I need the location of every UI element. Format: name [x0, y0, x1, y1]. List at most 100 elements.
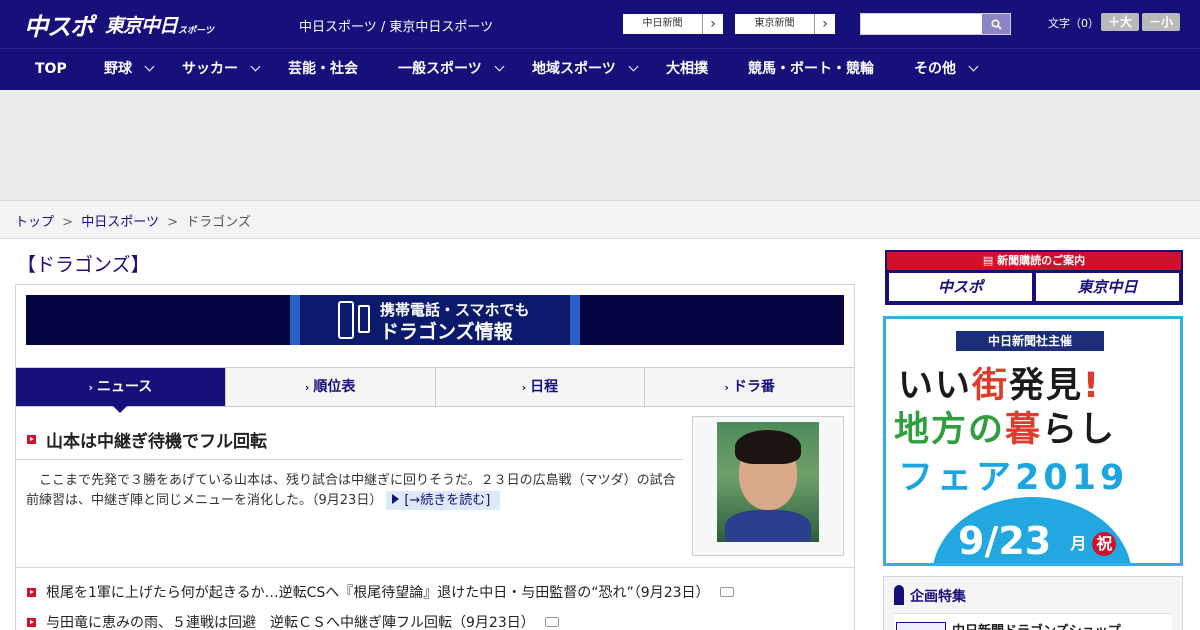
font-larger-button[interactable]: ＋大 — [1101, 13, 1139, 31]
tab-label: 日程 — [530, 379, 559, 395]
nav-item-label: TOP — [35, 61, 67, 77]
smartphone-icon — [338, 301, 354, 339]
site-logo[interactable]: 中スポ 東京中日 スポーツ — [24, 7, 214, 42]
ad-placeholder — [0, 90, 1200, 201]
fair-title-part: らし — [1042, 410, 1117, 450]
article-photo-frame[interactable] — [692, 416, 844, 556]
font-size-label: 文字（0） — [1048, 17, 1099, 30]
read-more-link[interactable]: [→続きを読む] — [386, 491, 501, 510]
subscription-heading: ▤ 新聞購読のご案内 — [887, 252, 1181, 270]
divider — [16, 459, 683, 460]
divider — [16, 567, 854, 568]
subscription-heading-label: 新聞購読のご案内 — [997, 254, 1086, 267]
feature-title: 企画特集 — [894, 585, 966, 606]
nav-item-label: 一般スポーツ — [398, 61, 482, 77]
top-article-lead: ここまで先発で３勝をあげている山本は、残り試合は中継ぎに回りそうだ。２３日の広島… — [26, 471, 686, 511]
nav-item-label: サッカー — [182, 61, 238, 77]
fair-title-part: 発見 — [1009, 366, 1084, 406]
photo-shirt — [725, 510, 811, 542]
chevron-right-icon: › — [304, 381, 310, 394]
chevron-right-icon: › — [710, 16, 716, 32]
page-title: 【ドラゴンズ】 — [17, 254, 150, 276]
section-tabs: › ニュース › 順位表 › 日程 › ドラ番 — [16, 367, 854, 413]
breadcrumb-separator: > — [62, 215, 74, 230]
chevron-down-icon — [144, 61, 155, 72]
breadcrumb-chunichi-sports[interactable]: 中日スポーツ — [81, 215, 159, 230]
fair-date: 9/23 月祝 — [958, 519, 1117, 563]
nav-item-label: 大相撲 — [666, 61, 708, 77]
breadcrumb-current: ドラゴンズ — [186, 215, 251, 230]
fair-title-part: 暮 — [1005, 410, 1043, 450]
nav-item-label: その他 — [914, 61, 956, 77]
nav-item-racing[interactable]: 競馬・ボート・競輪 — [748, 49, 874, 90]
camera-icon — [544, 617, 559, 627]
fair-title-part: いい — [898, 366, 973, 406]
nav-item-label: 芸能・社会 — [288, 61, 358, 77]
nav-item-other[interactable]: その他 — [914, 49, 979, 90]
subscribe-tokyo-chunichi-button[interactable]: 東京中日 — [1036, 273, 1179, 301]
main-nav: TOP 野球 サッカー 芸能・社会 一般スポーツ 地域スポーツ 大相撲 競馬・ボ… — [0, 48, 1200, 90]
chunichi-shimbun-link[interactable]: 中日新聞 › — [622, 13, 724, 35]
tab-standings[interactable]: › 順位表 — [225, 368, 436, 406]
breadcrumb-separator: > — [167, 215, 178, 230]
chevron-down-icon — [250, 61, 261, 72]
play-arrow-icon — [392, 494, 400, 504]
nav-item-baseball[interactable]: 野球 — [104, 49, 155, 90]
camera-icon — [719, 587, 734, 597]
news-list-item[interactable]: 与田竜に恵みの雨、５連戦は回避 逆転ＣＳへ中継ぎ陣フル回転（9月23日） — [46, 612, 559, 630]
tokyo-chunichi-logo[interactable]: 東京中日 — [105, 11, 178, 38]
tab-dora-ban[interactable]: › ドラ番 — [645, 368, 854, 406]
fair-ad[interactable]: 中日新聞社主催 いい街発見! 地方の暮らし フェア2019 9/23 月祝 — [883, 316, 1183, 566]
search-button[interactable] — [982, 14, 1010, 34]
chevron-right-icon: › — [88, 381, 93, 394]
feature-title-label: 企画特集 — [910, 589, 966, 605]
breadcrumb: トップ > 中日スポーツ > ドラゴンズ — [0, 201, 1200, 239]
font-smaller-button[interactable]: －小 — [1142, 13, 1180, 31]
chunichi-shimbun-label: 中日新聞 — [623, 14, 703, 34]
chevron-right-icon: › — [822, 16, 828, 32]
banner-line2: ドラゴンズ情報 — [380, 321, 513, 343]
fair-sponsor: 中日新聞社主催 — [956, 331, 1104, 351]
feature-item[interactable]: 中日新聞ドラゴンズショップ — [894, 613, 1172, 630]
nav-item-general-sports[interactable]: 一般スポーツ — [398, 49, 505, 90]
top-article-headline[interactable]: 山本は中継ぎ待機でフル回転 — [46, 427, 267, 452]
fair-title-line3: フェア2019 — [898, 458, 1129, 498]
subscribe-chuspo-button[interactable]: 中スポ — [889, 273, 1032, 301]
banner-inner: 携帯電話・スマホでも ドラゴンズ情報 — [290, 295, 580, 345]
newspaper-icon: ▤ — [982, 254, 998, 267]
fair-title-part: ! — [1083, 366, 1102, 406]
fair-weekday: 月 — [1070, 533, 1087, 553]
news-list-item[interactable]: 根尾を1軍に上げたら何が起きるか…逆転CSへ『根尾待望論』退けた中日・与田監督の… — [46, 582, 734, 602]
feature-section: 企画特集 中日新聞ドラゴンズショップ — [883, 576, 1183, 630]
nav-item-top[interactable]: TOP — [35, 49, 67, 90]
nav-item-entertainment[interactable]: 芸能・社会 — [288, 49, 358, 90]
tab-schedule[interactable]: › 日程 — [435, 368, 646, 406]
top-article-lead-text: ここまで先発で３勝をあげている山本は、残り試合は中継ぎに回りそうだ。２３日の広島… — [26, 473, 676, 508]
chevron-down-icon — [494, 61, 505, 72]
nav-item-label: 地域スポーツ — [532, 61, 616, 77]
tokyo-shimbun-link[interactable]: 東京新聞 › — [734, 13, 836, 35]
search-input[interactable] — [861, 14, 982, 34]
chevron-right-icon: › — [521, 381, 527, 394]
tab-label: ニュース — [96, 379, 153, 395]
nav-item-sumo[interactable]: 大相撲 — [666, 49, 708, 90]
tokyo-shimbun-label: 東京新聞 — [735, 14, 815, 34]
nav-item-local-sports[interactable]: 地域スポーツ — [532, 49, 639, 90]
tab-news[interactable]: › ニュース — [16, 368, 226, 413]
chuspo-logo[interactable]: 中スポ — [24, 7, 94, 42]
chevron-down-icon — [968, 61, 979, 72]
fair-date-value: 9/23 — [958, 519, 1052, 563]
fair-title-line2: 地方の暮らし — [894, 401, 1116, 452]
fair-title-part: 地方の — [894, 410, 1006, 450]
site-name: 中日スポーツ / 東京中日スポーツ — [299, 20, 494, 35]
nav-item-label: 野球 — [104, 61, 132, 77]
photo-hair — [735, 430, 801, 464]
feature-thumbnail — [896, 622, 946, 630]
search-icon — [990, 18, 1002, 30]
mobile-banner[interactable]: 携帯電話・スマホでも ドラゴンズ情報 — [26, 295, 844, 345]
tab-label: ドラ番 — [732, 379, 775, 395]
breadcrumb-top[interactable]: トップ — [15, 215, 54, 230]
player-photo — [717, 422, 819, 542]
fair-title-part: 街 — [972, 366, 1010, 406]
nav-item-soccer[interactable]: サッカー — [182, 49, 261, 90]
